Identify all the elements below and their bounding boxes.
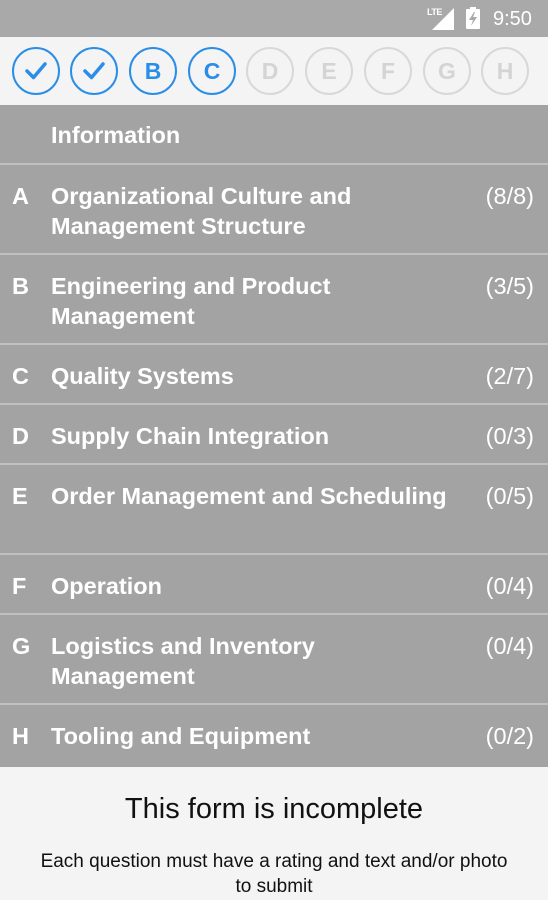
step-e[interactable]: E — [305, 47, 353, 95]
section-title: Quality Systems — [51, 363, 234, 389]
section-letter: C — [12, 363, 29, 389]
section-progress-count: (0/4) — [485, 633, 534, 659]
section-progress-count: (3/5) — [485, 273, 534, 299]
section-title: Engineering and Product Management — [51, 273, 331, 329]
section-letter: F — [12, 573, 27, 599]
step-a-complete[interactable] — [12, 47, 60, 95]
section-title: Supply Chain Integration — [51, 423, 330, 449]
section-title: Information — [51, 122, 181, 148]
section-list: Information A Organizational Culture and… — [0, 105, 548, 767]
section-progress-count: (0/3) — [485, 423, 534, 449]
section-title: Tooling and Equipment — [51, 723, 311, 749]
section-row-b[interactable]: B Engineering and Product Management (3/… — [0, 255, 548, 345]
section-letter: D — [12, 423, 29, 449]
step-d[interactable]: D — [246, 47, 294, 95]
signal-icon — [432, 8, 454, 30]
section-letter: E — [12, 483, 28, 509]
section-row-f[interactable]: F Operation (0/4) — [0, 555, 548, 615]
section-progress-count: (8/8) — [485, 183, 534, 209]
step-b-complete[interactable] — [70, 47, 118, 95]
status-bar: LTE 9:50 — [0, 0, 548, 37]
section-row-c[interactable]: C Quality Systems (2/7) — [0, 345, 548, 405]
step-b[interactable]: B — [129, 47, 177, 95]
incomplete-message: Each question must have a rating and tex… — [40, 851, 508, 897]
submission-status-panel: This form is incomplete Each question mu… — [0, 767, 548, 900]
section-letter: A — [12, 183, 29, 209]
section-letter: H — [12, 723, 29, 749]
section-title: Logistics and Inventory Management — [51, 633, 315, 689]
step-c[interactable]: C — [188, 47, 236, 95]
clock: 9:50 — [493, 8, 532, 30]
step-f[interactable]: F — [364, 47, 412, 95]
section-title: Order Management and Scheduling — [51, 483, 447, 509]
section-row-h[interactable]: H Tooling and Equipment (0/2) — [0, 705, 548, 767]
check-icon — [25, 62, 47, 80]
step-h[interactable]: H — [481, 47, 529, 95]
section-title: Operation — [51, 573, 162, 599]
section-title: Organizational Culture and Management St… — [51, 183, 352, 239]
section-letter: B — [12, 273, 29, 299]
step-g[interactable]: G — [423, 47, 471, 95]
section-row-g[interactable]: G Logistics and Inventory Management (0/… — [0, 615, 548, 705]
section-row-d[interactable]: D Supply Chain Integration (0/3) — [0, 405, 548, 465]
section-progress-count: (2/7) — [485, 363, 534, 389]
section-progress-count: (0/5) — [485, 483, 534, 509]
section-row-information[interactable]: Information — [0, 105, 548, 165]
section-letter: G — [12, 633, 31, 659]
battery-charging-icon — [466, 7, 480, 29]
section-progress-bar: B C D E F G H — [0, 37, 548, 105]
section-progress-count: (0/4) — [485, 573, 534, 599]
section-progress-count: (0/2) — [485, 723, 534, 749]
check-icon — [83, 62, 105, 80]
section-row-a[interactable]: A Organizational Culture and Management … — [0, 165, 548, 255]
section-row-e[interactable]: E Order Management and Scheduling (0/5) — [0, 465, 548, 555]
incomplete-headline: This form is incomplete — [124, 793, 424, 825]
